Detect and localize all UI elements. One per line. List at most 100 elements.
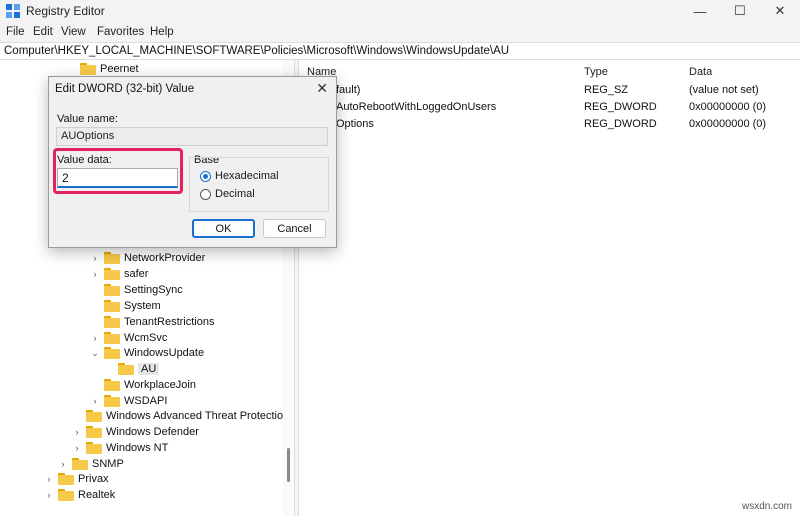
- tree-item-label: Windows Defender: [106, 426, 199, 438]
- folder-icon: [104, 268, 120, 280]
- chevron-right-icon[interactable]: ›: [90, 333, 100, 343]
- chevron-right-icon[interactable]: ›: [90, 396, 100, 406]
- tree-item-safer[interactable]: › safer: [90, 266, 148, 282]
- menu-bar: File Edit View Favorites Help: [0, 24, 800, 42]
- maximize-button[interactable]: ☐: [720, 0, 760, 22]
- folder-icon: [72, 458, 88, 470]
- chevron-right-icon[interactable]: ›: [72, 443, 82, 453]
- tree-item-workplacejoin[interactable]: WorkplaceJoin: [90, 377, 196, 393]
- value-name-field: AUOptions: [56, 127, 328, 146]
- tree-item-windows-atp[interactable]: Windows Advanced Threat Protection: [72, 408, 289, 424]
- folder-icon: [104, 395, 120, 407]
- decimal-label: Decimal: [215, 188, 255, 200]
- chevron-right-icon[interactable]: ›: [44, 474, 54, 484]
- tree-item-label: safer: [124, 268, 149, 280]
- value-type: REG_DWORD: [584, 101, 657, 113]
- value-row[interactable]: AutoRebootWithLoggedOnUsers REG_DWORD 0x…: [299, 100, 800, 116]
- chevron-right-icon[interactable]: ›: [90, 253, 100, 263]
- menu-edit[interactable]: Edit: [33, 26, 53, 38]
- folder-icon: [104, 252, 120, 264]
- value-name: Options: [336, 118, 374, 130]
- tree-item-windows-defender[interactable]: › Windows Defender: [72, 424, 199, 440]
- value-name: fault): [336, 84, 361, 96]
- decimal-radio-option[interactable]: Decimal: [200, 188, 255, 200]
- tree-item-au[interactable]: AU: [104, 361, 160, 377]
- tree-item-system[interactable]: System: [90, 298, 161, 314]
- tree-item-label: Privax: [78, 473, 109, 485]
- value-data: 0x00000000 (0): [689, 118, 767, 130]
- dialog-close-icon[interactable]: ✕: [316, 80, 328, 97]
- ok-button[interactable]: OK: [192, 219, 255, 238]
- value-row[interactable]: fault) REG_SZ (value not set): [299, 83, 800, 99]
- tree-item-label: AU: [138, 363, 160, 375]
- folder-icon: [118, 363, 134, 375]
- base-group: Hexadecimal Decimal: [189, 157, 329, 212]
- window-title: Registry Editor: [26, 4, 105, 18]
- tree-item-label: SettingSync: [124, 284, 183, 296]
- tree-item-settingsync[interactable]: SettingSync: [90, 282, 183, 298]
- chevron-right-icon[interactable]: ›: [44, 490, 54, 500]
- minimize-button[interactable]: —: [680, 0, 720, 22]
- tree-item-label: Windows NT: [106, 442, 169, 454]
- tree-item-wsdapi[interactable]: › WSDAPI: [90, 393, 167, 409]
- close-button[interactable]: ✕: [760, 0, 800, 22]
- value-type: REG_SZ: [584, 84, 629, 96]
- scrollbar-thumb[interactable]: [287, 448, 290, 482]
- folder-icon: [104, 300, 120, 312]
- tree-item-label: Realtek: [78, 489, 116, 501]
- folder-icon: [104, 379, 120, 391]
- hexadecimal-label: Hexadecimal: [215, 170, 279, 182]
- folder-icon: [104, 332, 120, 344]
- tree-item-windows-nt[interactable]: › Windows NT: [72, 440, 168, 456]
- folder-icon: [104, 316, 120, 328]
- tree-item-label: NetworkProvider: [124, 252, 206, 264]
- tree-item-label: System: [124, 300, 161, 312]
- menu-view[interactable]: View: [61, 26, 86, 38]
- radio-unselected-icon[interactable]: [200, 188, 211, 200]
- cancel-button[interactable]: Cancel: [263, 219, 326, 238]
- folder-icon: [58, 473, 74, 485]
- tree-item-label: WSDAPI: [124, 395, 168, 407]
- tree-item-label: SNMP: [92, 458, 124, 470]
- value-data: (value not set): [689, 84, 759, 96]
- chevron-right-icon[interactable]: ›: [90, 269, 100, 279]
- column-header-type[interactable]: Type: [584, 66, 608, 78]
- chevron-right-icon[interactable]: ›: [58, 459, 68, 469]
- folder-icon: [86, 426, 102, 438]
- chevron-down-icon[interactable]: ⌄: [90, 348, 100, 359]
- hexadecimal-radio-option[interactable]: Hexadecimal: [200, 170, 279, 182]
- tree-item-privax[interactable]: › Privax: [44, 471, 109, 487]
- address-path[interactable]: Computer\HKEY_LOCAL_MACHINE\SOFTWARE\Pol…: [4, 45, 509, 57]
- value-name: AutoRebootWithLoggedOnUsers: [336, 101, 497, 113]
- registry-editor-icon: [6, 4, 20, 18]
- tree-item-peernet[interactable]: Peernet: [66, 61, 139, 77]
- edit-dword-dialog: Edit DWORD (32-bit) Value ✕ Value name: …: [48, 76, 337, 248]
- column-header-data[interactable]: Data: [689, 66, 712, 78]
- folder-icon: [58, 489, 74, 501]
- chevron-right-icon[interactable]: ›: [72, 427, 82, 437]
- value-row[interactable]: Options REG_DWORD 0x00000000 (0): [299, 117, 800, 133]
- value-data: 0x00000000 (0): [689, 101, 767, 113]
- radio-selected-icon[interactable]: [200, 170, 211, 182]
- folder-icon: [80, 63, 96, 75]
- tree-item-tenantrestrictions[interactable]: TenantRestrictions: [90, 314, 215, 330]
- tree-item-windowsupdate[interactable]: ⌄ WindowsUpdate: [90, 345, 204, 361]
- tree-item-wcmsvc[interactable]: › WcmSvc: [90, 330, 167, 346]
- tree-item-networkprovider[interactable]: › NetworkProvider: [90, 250, 205, 266]
- value-name-label: Value name:: [57, 113, 118, 125]
- folder-icon: [86, 442, 102, 454]
- tree-item-label: WindowsUpdate: [124, 347, 205, 359]
- dialog-title: Edit DWORD (32-bit) Value: [55, 83, 195, 95]
- menu-favorites[interactable]: Favorites: [97, 26, 144, 38]
- tree-item-snmp[interactable]: › SNMP: [58, 456, 124, 472]
- menu-help[interactable]: Help: [150, 26, 174, 38]
- highlight-box: [53, 148, 183, 194]
- folder-icon: [104, 284, 120, 296]
- tree-item-label: Windows Advanced Threat Protection: [106, 410, 290, 422]
- values-list[interactable]: Name Type Data fault) REG_SZ (value not …: [299, 60, 800, 516]
- menu-file[interactable]: File: [6, 26, 25, 38]
- title-bar: Registry Editor — ☐ ✕: [0, 0, 800, 22]
- value-type: REG_DWORD: [584, 118, 657, 130]
- tree-item-realtek[interactable]: › Realtek: [44, 487, 115, 503]
- address-bar[interactable]: Computer\HKEY_LOCAL_MACHINE\SOFTWARE\Pol…: [0, 42, 800, 60]
